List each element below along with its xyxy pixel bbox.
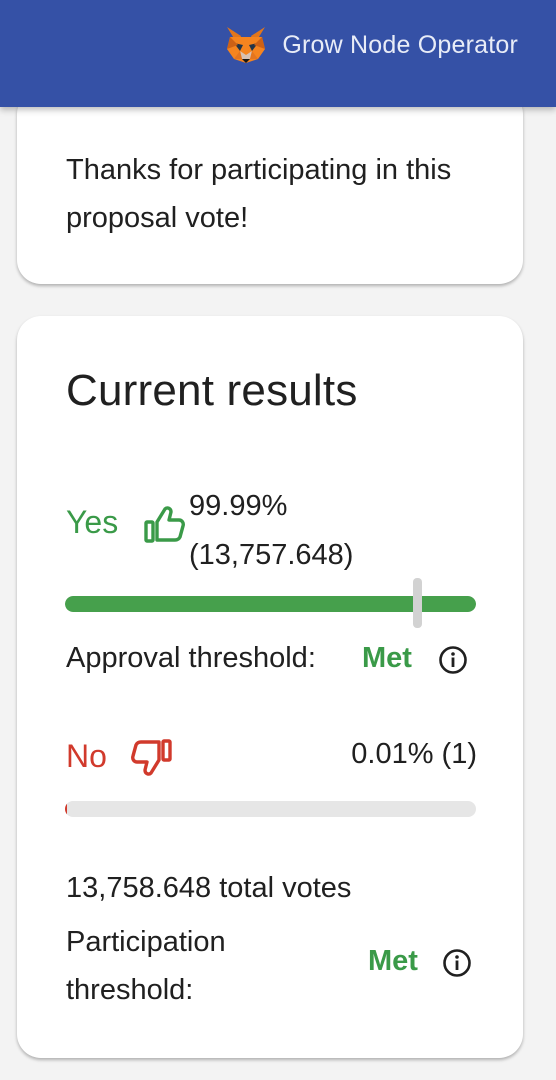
yes-result-value: 99.99% (13,757.648) (189, 490, 354, 571)
participation-threshold-status: Met (368, 945, 418, 977)
results-title: Current results (66, 366, 358, 415)
no-result-value: 0.01% (1) (351, 738, 477, 770)
info-icon[interactable] (438, 645, 468, 675)
no-progress-fill (65, 801, 67, 817)
info-icon[interactable] (442, 948, 472, 978)
thumbs-down-icon (131, 739, 172, 776)
thumbs-up-icon (144, 506, 185, 543)
approval-threshold-marker (413, 578, 423, 628)
no-progress-bar (65, 801, 476, 817)
account-name: Grow Node Operator (282, 30, 518, 59)
account-selector[interactable]: Grow Node Operator (224, 22, 518, 68)
yes-row: Yes 99.99% (13,757.648) (66, 488, 486, 588)
total-votes: 13,758.648 total votes (66, 872, 352, 904)
yes-label: Yes (66, 504, 119, 540)
results-card: Current results Yes 99.99% (13,757.648) … (17, 316, 523, 1058)
no-row: No 0.01% (1) (66, 738, 477, 784)
thanks-message: Thanks for participating in this proposa… (66, 154, 452, 234)
approval-threshold-row: Approval threshold: Met (66, 642, 486, 682)
metamask-fox-icon (227, 27, 266, 63)
approval-threshold-label: Approval threshold: (66, 642, 316, 674)
participation-threshold-label: Participation threshold: (66, 926, 226, 1006)
approval-threshold-status: Met (362, 642, 412, 674)
thanks-card: Thanks for participating in this proposa… (17, 90, 523, 284)
top-bar: Grow Node Operator (0, 0, 556, 107)
no-label: No (66, 738, 107, 774)
